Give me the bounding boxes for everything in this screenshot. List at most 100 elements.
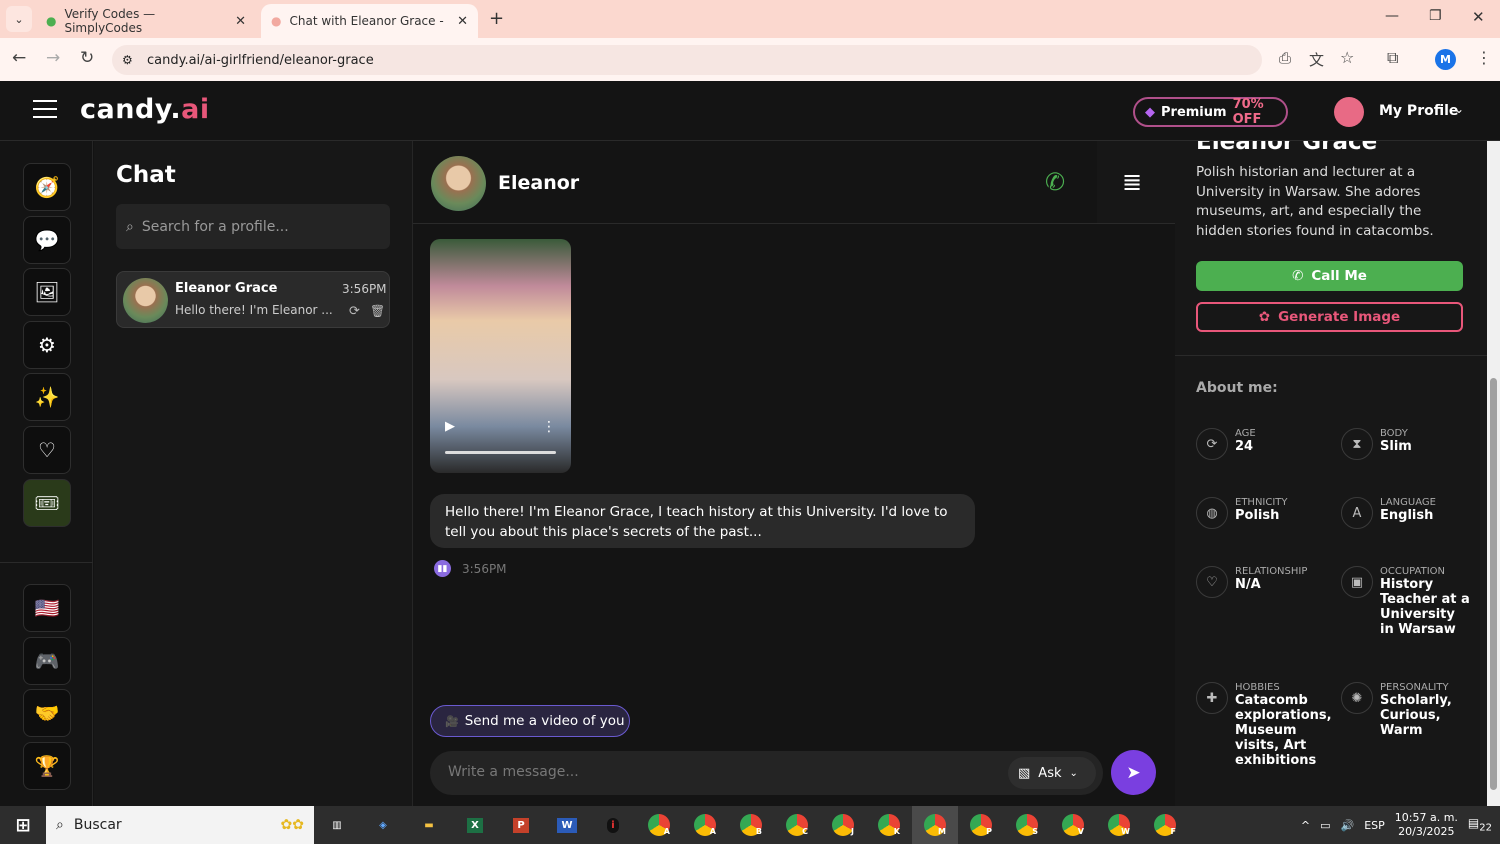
phone-icon: ✆ [1292, 268, 1304, 284]
excel-icon[interactable]: X [452, 806, 498, 844]
chrome-icon: K [878, 814, 900, 836]
chrome-profile-k[interactable]: K [866, 806, 912, 844]
message-input[interactable]: Write a message... ▧ Ask ⌄ [430, 751, 1103, 795]
my-profile-menu[interactable]: My Profile [1379, 103, 1458, 119]
chevron-down-icon[interactable]: ⌄ [1454, 102, 1464, 116]
back-button[interactable]: ← [12, 48, 26, 68]
collapse-menu-icon: ≣ [1122, 168, 1143, 196]
chrome-profile-v[interactable]: V [1050, 806, 1096, 844]
generate-image-button[interactable]: ✿ Generate Image [1196, 302, 1463, 332]
language-flag-icon[interactable]: 🇺🇸 [23, 584, 71, 632]
video-progress-bar[interactable] [445, 451, 556, 454]
new-tab-button[interactable]: + [489, 8, 504, 29]
user-avatar[interactable] [1334, 97, 1364, 127]
promo-icon[interactable]: 🎟 [23, 479, 71, 527]
task-view-icon[interactable]: ▥ [314, 806, 360, 844]
bookmark-star-icon[interactable]: ☆ [1340, 48, 1354, 67]
taskbar-search[interactable]: ⌕ Buscar ✿✿ [46, 806, 314, 844]
send-button[interactable]: ➤ [1111, 750, 1156, 795]
refresh-icon[interactable]: ⟳ [349, 304, 360, 319]
video-options-icon[interactable]: ⋮ [542, 419, 556, 435]
discord-icon[interactable]: 🎮 [23, 637, 71, 685]
chrome-profile-a[interactable]: A [682, 806, 728, 844]
browser-menu-icon[interactable]: ⋮ [1476, 48, 1492, 67]
call-me-button[interactable]: ✆ Call Me [1196, 261, 1463, 291]
profile-search-input[interactable]: ⌕ Search for a profile... [116, 204, 390, 249]
copilot-icon[interactable]: ◈ [360, 806, 406, 844]
word-icon[interactable]: W [544, 806, 590, 844]
attr-age: ⟳ AGE 24 [1196, 428, 1256, 460]
tab-search-button[interactable]: ⌄ [6, 6, 32, 32]
tab-candy[interactable]: ●Chat with Eleanor Grace - AI Gi✕ [261, 4, 478, 38]
windows-taskbar: ⊞ ⌕ Buscar ✿✿ ▥ ◈ ▬ X P W i A A B C J K M P S V W F ^… [0, 806, 1500, 844]
attr-language: A LANGUAGE English [1341, 497, 1436, 529]
forward-button[interactable]: → [46, 48, 60, 68]
my-ai-heart-icon[interactable]: ♡ [23, 426, 71, 474]
gallery-image-icon[interactable]: 🖼 [23, 268, 71, 316]
translate-icon[interactable]: 文 [1309, 49, 1324, 70]
windows-start-icon[interactable]: ⊞ [0, 806, 46, 844]
hamburger-menu-icon[interactable] [33, 100, 57, 118]
chrome-profile-s[interactable]: S [1004, 806, 1050, 844]
chrome-profile-c[interactable]: C [774, 806, 820, 844]
chrome-profile-b[interactable]: B [728, 806, 774, 844]
browser-tab-bar: ⌄ ● Verify Codes — SimplyCodes ✕ ● Chat wit… [0, 0, 1500, 38]
search-icon: ⌕ [56, 817, 64, 833]
show-hidden-icons[interactable]: ^ [1301, 819, 1310, 832]
network-icon[interactable]: ▭ [1320, 819, 1330, 832]
phone-call-icon[interactable]: ✆ [1045, 168, 1065, 196]
volume-icon[interactable]: 🔊 [1340, 819, 1354, 832]
powerpoint-icon[interactable]: P [498, 806, 544, 844]
chrome-profile-p[interactable]: P [958, 806, 1004, 844]
clock[interactable]: 10:57 a. m. 20/3/2025 [1395, 811, 1458, 839]
chat-item-avatar [123, 278, 168, 323]
toggle-profile-panel[interactable]: ≣ [1097, 141, 1175, 224]
chrome-icon: F [1154, 814, 1176, 836]
site-info-icon[interactable]: ⚙ [122, 53, 133, 67]
chat-video-message[interactable]: ▶ ⋮ [430, 239, 571, 473]
url-input[interactable]: ⚙ candy.ai/ai-girlfriend/eleanor-grace [112, 45, 1262, 75]
generate-magic-icon[interactable]: ✨ [23, 373, 71, 421]
mode-select[interactable]: ▧ Ask ⌄ [1008, 757, 1096, 789]
message-time: 3:56PM [462, 562, 507, 576]
chrome-profile-a[interactable]: A [636, 806, 682, 844]
play-audio-icon[interactable]: ▮▮ [434, 560, 451, 577]
explore-compass-icon[interactable]: 🧭 [23, 163, 71, 211]
chat-list-item[interactable]: Eleanor Grace 3:56PM Hello there! I'm El… [116, 271, 390, 328]
chat-bubble-icon[interactable]: 💬 [23, 216, 71, 264]
notifications-icon[interactable]: ▤22 [1468, 816, 1492, 833]
play-icon[interactable]: ▶ [445, 419, 455, 434]
app-icon[interactable]: i [590, 806, 636, 844]
input-language[interactable]: ESP [1364, 819, 1385, 832]
scrollbar-thumb[interactable] [1490, 378, 1497, 790]
close-tab-icon[interactable]: ✕ [235, 14, 246, 29]
affiliate-handshake-icon[interactable]: 🤝 [23, 689, 71, 737]
chrome-profile-w[interactable]: W [1096, 806, 1142, 844]
file-explorer-icon[interactable]: ▬ [406, 806, 452, 844]
chrome-profile-j[interactable]: J [820, 806, 866, 844]
candy-logo[interactable]: candy.ai [80, 94, 210, 125]
age-icon: ⟳ [1196, 428, 1228, 460]
close-window-button[interactable]: ✕ [1472, 8, 1485, 26]
trash-icon[interactable]: 🗑 [370, 304, 385, 318]
chat-header-avatar[interactable] [431, 156, 486, 211]
reload-button[interactable]: ↻ [80, 48, 94, 68]
chrome-profile-f[interactable]: F [1142, 806, 1188, 844]
minimize-button[interactable]: — [1385, 8, 1399, 24]
chrome-profile-m[interactable]: M [912, 806, 958, 844]
close-tab-icon[interactable]: ✕ [457, 14, 468, 29]
chrome-icon: A [694, 814, 716, 836]
install-app-icon[interactable]: ⎙ [1279, 49, 1291, 67]
attr-occupation: ▣ OCCUPATION History Teacher at a Universi… [1341, 566, 1470, 637]
profile-name: Eleanor Grace [1196, 141, 1378, 155]
attr-ethnicity: ◍ ETHNICITY Polish [1196, 497, 1288, 529]
suggestion-chip[interactable]: 🎥 Send me a video of you [430, 705, 630, 737]
tab-simplycodes[interactable]: ● Verify Codes — SimplyCodes ✕ [36, 4, 256, 38]
premium-button[interactable]: ◆ Premium 70% OFF [1133, 97, 1288, 127]
maximize-button[interactable]: ❐ [1429, 8, 1442, 24]
extensions-icon[interactable]: ⧉ [1387, 48, 1398, 68]
trophy-icon[interactable]: 🏆 [23, 742, 71, 790]
image-off-icon: ▧ [1018, 765, 1031, 781]
browser-profile-avatar[interactable]: M [1435, 49, 1456, 70]
create-character-icon[interactable]: ⚙ [23, 321, 71, 369]
